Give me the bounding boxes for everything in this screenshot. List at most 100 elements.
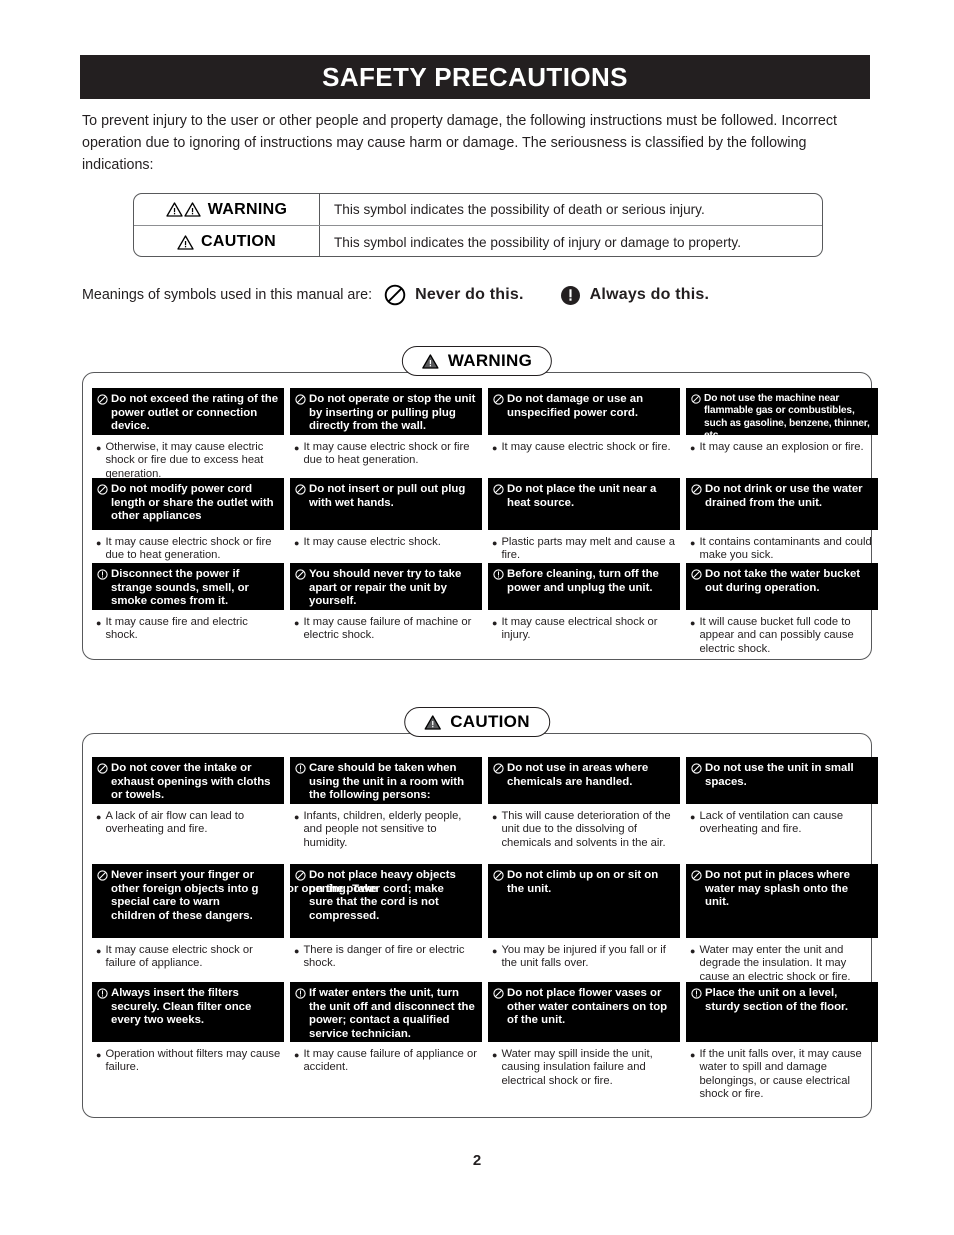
bullet-icon: ● [294,812,300,822]
bullet-icon: ● [690,618,696,628]
warning-item-body-text: It may cause electric shock or fire. [501,441,671,453]
caution-item-body: ● This will cause deterioration of the u… [488,804,680,850]
warning-item-head: Do not exceed the rating of the power ou… [92,388,284,435]
warning-item-body-text: It may cause failure of machine or elect… [303,616,472,642]
prohibition-icon [295,569,306,585]
prohibition-icon [295,394,306,410]
warning-item: Do not use the machine near flammable ga… [686,388,878,478]
caution-item-head: Do not place heavy objects on the power … [290,864,482,938]
caution-item: Do not use in areas where chemicals are … [488,757,680,864]
bullet-icon: ● [690,538,696,548]
warning-item-head-text: Do not modify power cord length or share… [111,483,274,523]
warning-item-head-text: Do not take the water bucket out during … [705,568,861,594]
caution-item-head: Always insert the filters securely. Clea… [92,982,284,1042]
bullet-icon: ● [294,618,300,628]
prohibition-icon [295,484,306,500]
warning-badge-label: WARNING [447,351,533,370]
caution-item-body: ● Lack of ventilation can cause overheat… [686,804,878,837]
prohibition-icon [97,870,108,886]
caution-item: Never insert your finger or other foreig… [92,864,284,982]
warning-item-body-text: Otherwise, it may cause electric shock o… [105,441,264,480]
caution-item-head: Do not use in areas where chemicals are … [488,757,680,804]
caution-item-head: Never insert your finger or other foreig… [92,864,284,938]
warning-item-body: ● It may cause electric shock. [290,530,482,550]
caution-item-body-text: Infants, children, elderly people, and p… [303,810,462,849]
warning-item-body: ● It may cause fire and electric shock. [92,610,284,643]
prohibition-icon [493,763,504,779]
head-line: children of these dangers. [111,909,253,922]
bullet-icon: ● [96,946,102,956]
caution-item-body: ● There is danger of fire or electric sh… [290,938,482,971]
prohibition-icon [691,569,702,585]
head-line: compressed. [309,909,380,922]
prohibition-icon [691,763,702,779]
caution-triangle-icon [177,234,194,250]
prohibition-icon [384,284,406,306]
head-line-overlay: or opening. Take [290,882,378,895]
warning-item: Do not take the water bucket out during … [686,563,878,655]
never-do-this-legend: Never do this. [384,284,524,306]
prohibition-icon [493,484,504,500]
warning-triangle-pair [166,202,201,217]
warning-item-body: ● It may cause an explosion or fire. [686,435,878,455]
caution-item-head-text: Do not use in areas where chemicals are … [507,762,649,788]
caution-item-body-text: This will cause deterioration of the uni… [501,810,671,849]
head-line: sure that the cord is not [309,896,439,909]
warning-item: Do not modify power cord length or share… [92,478,284,563]
caution-item-head: Do not place flower vases or other water… [488,982,680,1042]
prohibition-icon [691,484,702,500]
caution-item-head-text: Do not put in places where water may spl… [705,869,850,909]
warning-item-head-text: Do not exceed the rating of the power ou… [111,393,279,433]
definition-caution-label: CAUTION [201,233,276,250]
bullet-icon: ● [690,1050,696,1060]
warning-item-body: ● Plastic parts may melt and cause a fir… [488,530,680,563]
bullet-icon: ● [96,538,102,548]
warning-item-head-text: Disconnect the power if strange sounds, … [111,568,249,608]
warning-item-head-text: Do not damage or use an unspecified powe… [507,393,644,419]
caution-item-body: ● Water may spill inside the unit, causi… [488,1042,680,1088]
caution-item: Always insert the filters securely. Clea… [92,982,284,1100]
warning-item-body: ● It may cause electric shock or fire du… [92,530,284,563]
warning-item-body-text: It may cause fire and electric shock. [105,616,248,642]
prohibition-icon [493,394,504,410]
bullet-icon: ● [492,443,498,453]
caution-triangle-icon [424,714,441,730]
caution-item: Care should be taken when using the unit… [290,757,482,864]
warning-item: Disconnect the power if strange sounds, … [92,563,284,653]
warning-item: Do not damage or use an unspecified powe… [488,388,680,478]
caution-item: Do not use the unit in small spaces. ● L… [686,757,878,864]
warning-item-body-text: It may cause an explosion or fire. [699,441,864,453]
caution-item-body-text: Operation without filters may cause fail… [105,1048,281,1074]
caution-item-body: ● It may cause failure of appliance or a… [290,1042,482,1075]
caution-item-body: ● If the unit falls over, it may cause w… [686,1042,878,1102]
warning-item-head-text: Do not drink or use the water drained fr… [705,483,863,509]
warning-item: Do not insert or pull out plug with wet … [290,478,482,563]
page-number: 2 [472,1152,482,1169]
caution-item-head-text: If water enters the unit, turn the unit … [309,987,475,1040]
warning-item-head: Do not modify power cord length or share… [92,478,284,530]
caution-item-head-text: Care should be taken when using the unit… [309,762,465,802]
bullet-icon: ● [294,946,300,956]
caution-item: Do not place heavy objects on the power … [290,864,482,982]
caution-badge-label: CAUTION [450,712,530,731]
caution-item-body: ● A lack of air flow can lead to overhea… [92,804,284,837]
warning-item-body: ● It may cause electrical shock or injur… [488,610,680,643]
bullet-icon: ● [96,812,102,822]
warning-item-body: ● It may cause electric shock or fire du… [290,435,482,468]
caution-item: Do not put in places where water may spl… [686,864,878,983]
warning-item-head: Before cleaning, turn off the power and … [488,563,680,610]
caution-item: Do not place flower vases or other water… [488,982,680,1100]
warning-item-head: Disconnect the power if strange sounds, … [92,563,284,610]
caution-item-body-text: Water may enter the unit and degrade the… [699,944,851,983]
bullet-icon: ● [96,443,102,453]
prohibition-icon [691,394,701,409]
caution-item-body-text: Water may spill inside the unit, causing… [501,1048,653,1087]
caution-item-body: ● Operation without filters may cause fa… [92,1042,284,1075]
caution-item-head-text: Always insert the filters securely. Clea… [111,987,252,1027]
page-title-bar: SAFETY PRECAUTIONS [80,55,870,99]
bullet-icon: ● [96,618,102,628]
mandatory-icon [493,569,504,585]
definition-warning-label: WARNING [207,200,288,218]
head-line: other foreign objects into g [111,882,259,895]
bullet-icon: ● [690,946,696,956]
